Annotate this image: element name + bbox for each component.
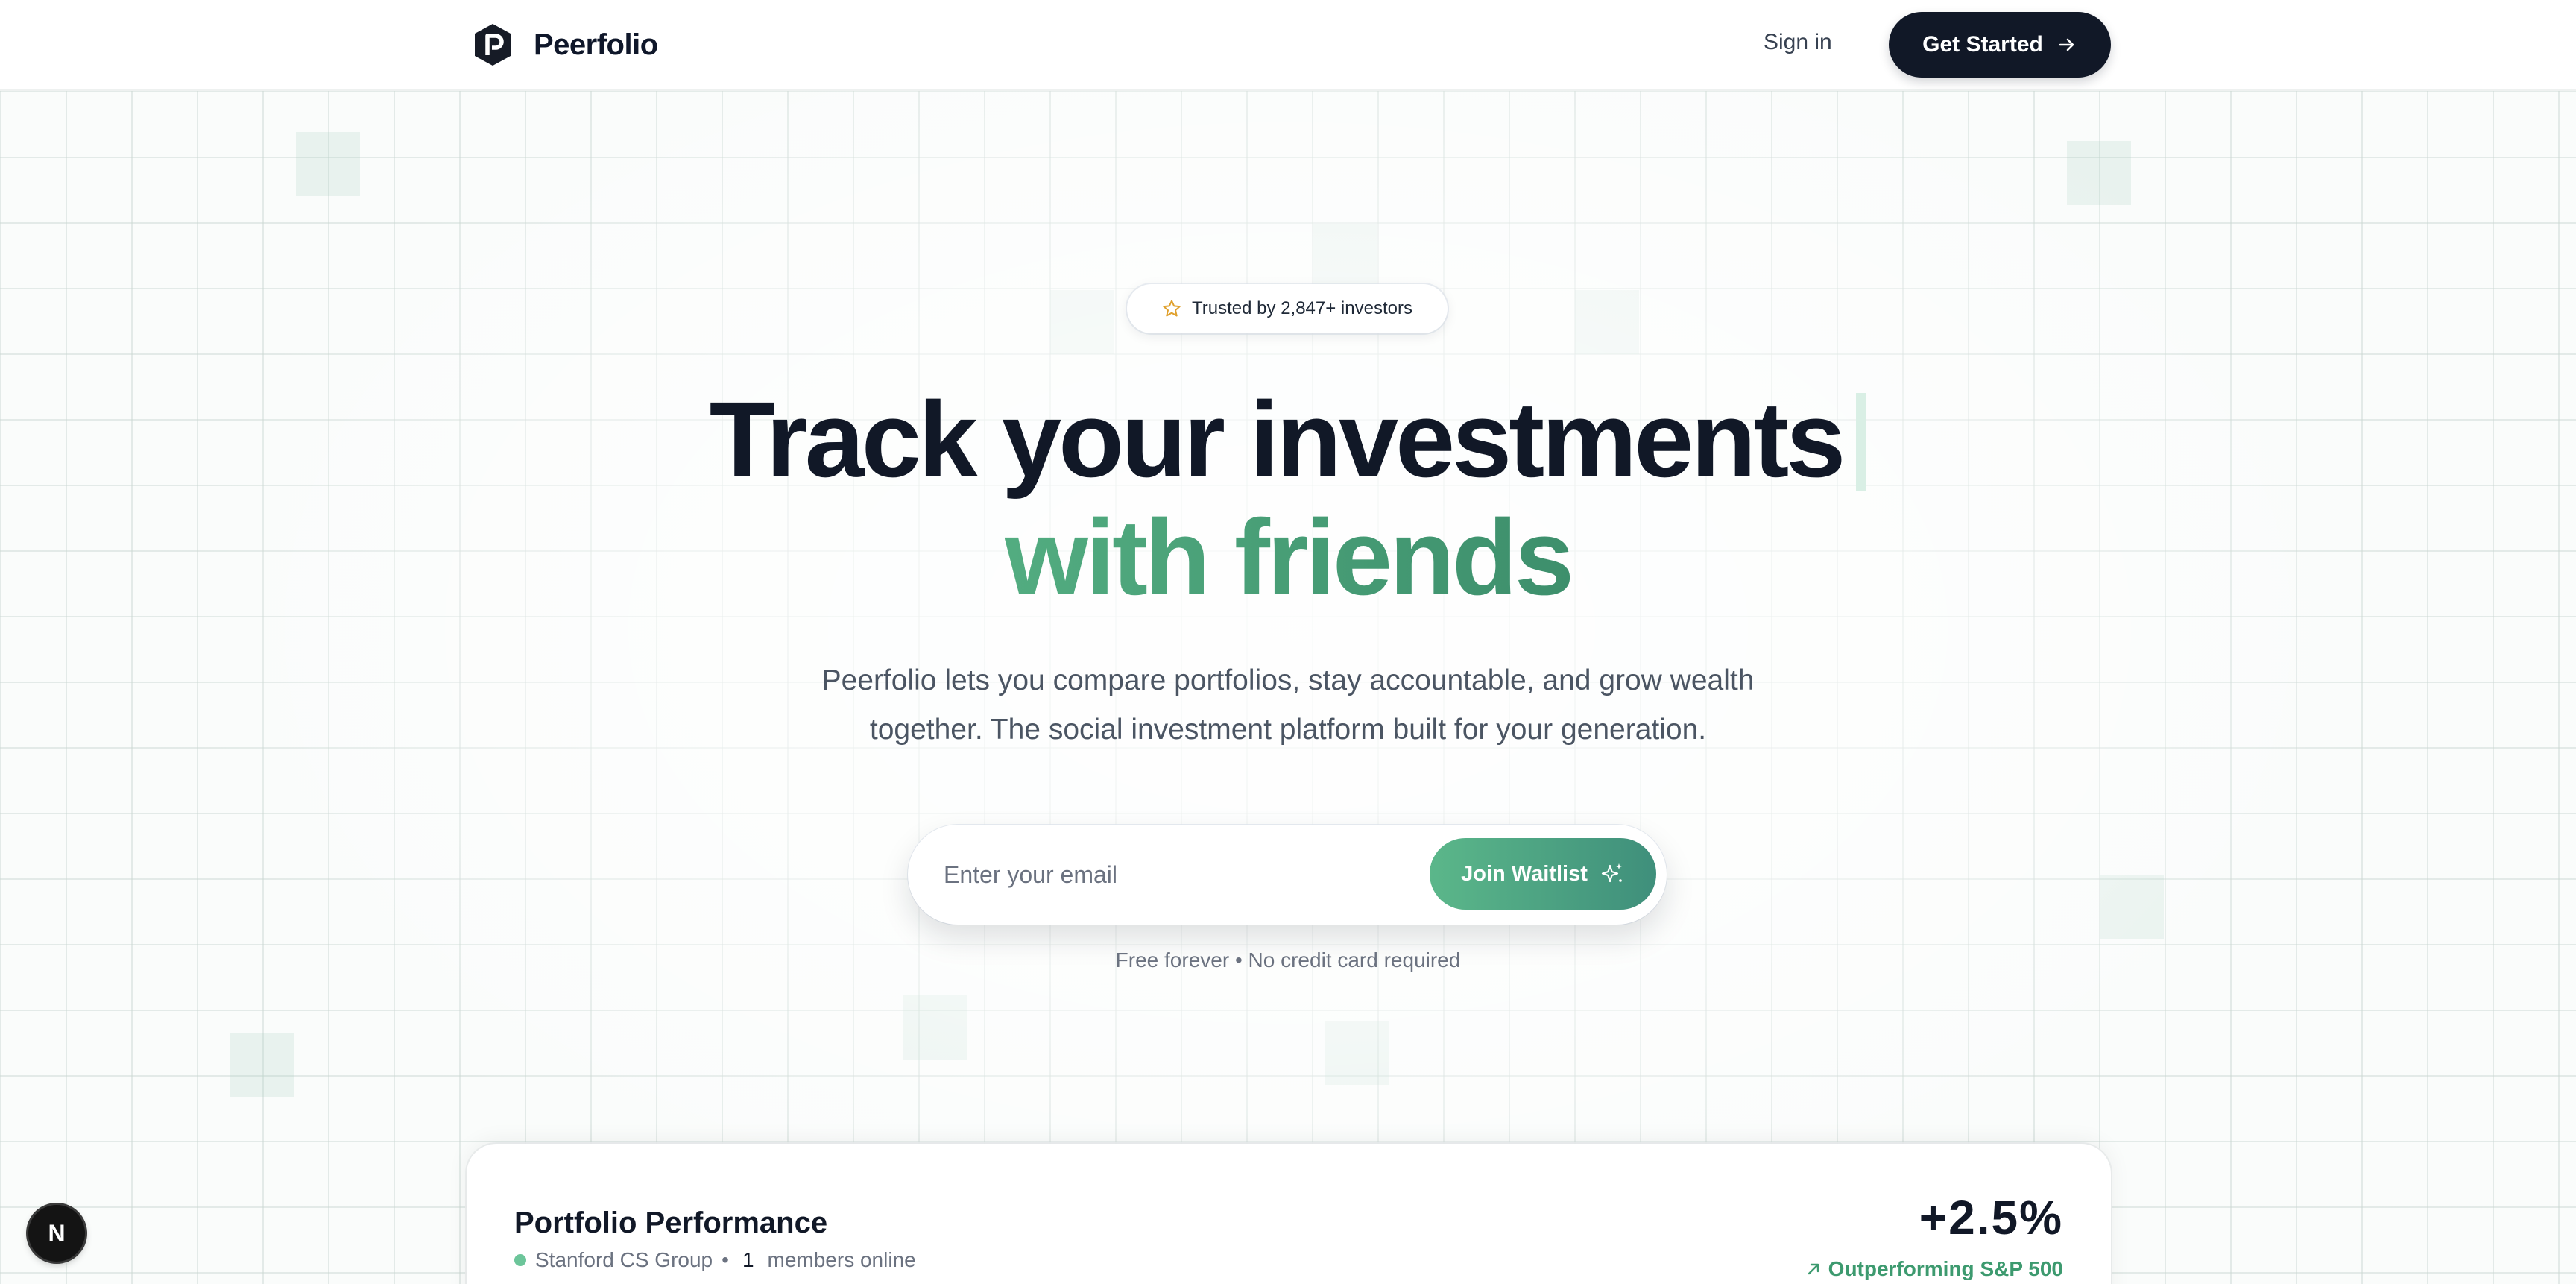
online-status-dot [514, 1254, 526, 1266]
join-waitlist-button[interactable]: Join Waitlist [1430, 838, 1656, 910]
group-name: Stanford CS Group [535, 1248, 713, 1271]
card-title: Portfolio Performance [514, 1206, 828, 1239]
brand-name: Peerfolio [534, 28, 658, 61]
hero-subtitle: Peerfolio lets you compare portfolios, s… [821, 664, 1755, 746]
group-status: Stanford CS Group • 1 members online [514, 1248, 916, 1272]
star-icon [1163, 300, 1181, 317]
meta-separator: • [722, 1248, 729, 1271]
email-input[interactable] [944, 850, 1391, 899]
next-dev-badge[interactable]: N [28, 1205, 85, 1262]
sparkle-icon [1601, 863, 1622, 883]
arrow-up-right-icon [1808, 1263, 1819, 1275]
hero-headline: Track your investments [0, 380, 2576, 500]
sign-in-link[interactable]: Sign in [1764, 30, 1832, 55]
arrow-right-icon [2059, 38, 2074, 51]
hero-headline-line1: Track your investments [709, 380, 1846, 500]
peerfolio-logo-icon [475, 24, 511, 66]
trust-badge: Trusted by 2,847+ investors [1127, 284, 1448, 333]
brand[interactable]: Peerfolio [473, 22, 658, 67]
trust-badge-text: Trusted by 2,847+ investors [1192, 298, 1412, 318]
get-started-label: Get Started [1922, 32, 2043, 57]
waitlist-fineprint: Free forever • No credit card required [1115, 948, 1461, 972]
typing-cursor [1856, 393, 1867, 491]
top-nav: Peerfolio Sign in Get Started [0, 0, 2576, 91]
waitlist-form: Join Waitlist [908, 825, 1667, 925]
next-badge-label: N [48, 1219, 66, 1247]
hero-headline-line2: with friends [1004, 497, 1574, 617]
get-started-button[interactable]: Get Started [1889, 12, 2111, 78]
outperform-indicator: Outperforming S&P 500 [1805, 1257, 2063, 1281]
join-waitlist-label: Join Waitlist [1461, 861, 1588, 886]
outperform-label: Outperforming S&P 500 [1828, 1257, 2063, 1280]
portfolio-change-value: +2.5% [1919, 1191, 2063, 1244]
members-label: members online [767, 1248, 916, 1271]
portfolio-performance-card: Portfolio Performance Stanford CS Group … [467, 1144, 2111, 1284]
members-count: 1 [742, 1248, 754, 1271]
hero-headline-accent: with friends [0, 498, 2576, 617]
landing-page: Peerfolio Sign in Get Started Trusted by… [0, 0, 2576, 1284]
